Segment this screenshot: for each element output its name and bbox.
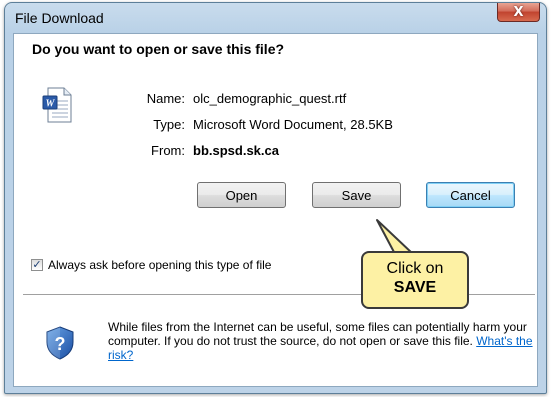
cancel-button[interactable]: Cancel [426, 182, 515, 208]
save-button[interactable]: Save [312, 182, 401, 208]
word-document-icon: W [42, 87, 72, 123]
file-type-value: Microsoft Word Document, 28.5KB [193, 117, 393, 132]
always-ask-label[interactable]: Always ask before opening this type of f… [48, 258, 271, 272]
instruction-callout: Click on SAVE [361, 251, 469, 309]
always-ask-checkbox[interactable]: ✓ [31, 259, 43, 271]
file-name-value: olc_demographic_quest.rtf [193, 91, 347, 106]
callout-line-1: Click on [386, 260, 444, 277]
dialog-question: Do you want to open or save this file? [32, 41, 285, 57]
window-title: File Download [15, 10, 104, 26]
file-download-dialog: File Download X Do you want to open or s… [4, 2, 547, 394]
file-from-value: bb.spsd.sk.ca [193, 143, 279, 158]
callout-pointer [376, 219, 414, 254]
svg-text:?: ? [55, 334, 66, 354]
checkmark-icon: ✓ [32, 258, 42, 271]
warning-text: While files from the Internet can be use… [108, 320, 527, 348]
file-from-label: From: [151, 143, 185, 158]
title-bar[interactable]: File Download X [5, 3, 546, 33]
always-ask-option[interactable]: ✓ Always ask before opening this type of… [31, 258, 271, 272]
close-button[interactable]: X [497, 3, 540, 22]
close-icon: X [513, 4, 524, 20]
svg-text:W: W [46, 99, 56, 110]
file-type-label: Type: [153, 117, 185, 132]
file-name-label: Name: [146, 91, 185, 106]
shield-question-icon: ? [46, 326, 74, 360]
callout-line-2: SAVE [393, 279, 437, 296]
security-warning: While files from the Internet can be use… [108, 320, 538, 362]
open-button[interactable]: Open [197, 182, 286, 208]
